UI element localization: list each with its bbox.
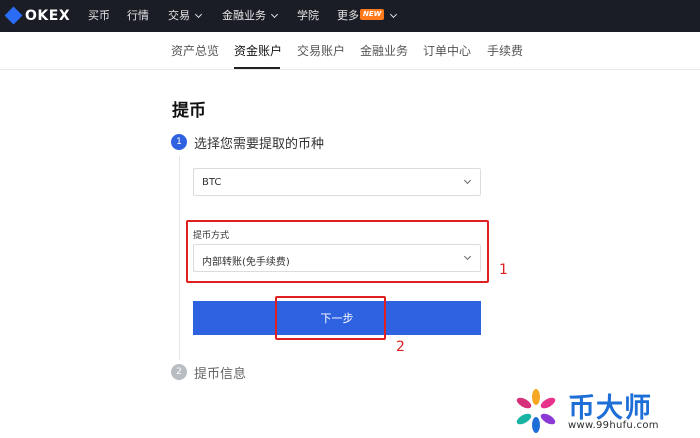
annotation-box-1 — [186, 220, 489, 283]
tab-fees[interactable]: 手续费 — [487, 42, 523, 59]
step-2-badge: 2 — [171, 364, 187, 380]
step-1-label: 选择您需要提取的币种 — [194, 137, 325, 152]
nav-trade-label: 交易 — [168, 9, 190, 22]
nav-finance[interactable]: 金融业务 — [222, 8, 279, 24]
tab-order-center[interactable]: 订单中心 — [423, 42, 471, 59]
tab-trading-account[interactable]: 交易账户 — [297, 42, 345, 59]
coin-select-value: BTC — [202, 177, 222, 188]
step-1-badge: 1 — [171, 134, 187, 150]
nav-trade[interactable]: 交易 — [168, 8, 203, 24]
chevron-down-icon — [270, 10, 279, 19]
nav-more-label: 更多 — [337, 9, 359, 22]
new-badge: NEW — [360, 9, 385, 20]
watermark: 币大师 www.99hufu.com — [510, 383, 700, 438]
tab-asset-overview[interactable]: 资产总览 — [171, 42, 219, 59]
step-2-label: 提币信息 — [194, 367, 247, 382]
chevron-down-icon — [194, 10, 203, 19]
tab-finance[interactable]: 金融业务 — [360, 42, 408, 59]
annotation-box-2 — [275, 296, 386, 340]
watermark-url: www.99hufu.com — [568, 420, 659, 431]
okex-logo-icon — [4, 6, 23, 25]
nav-market[interactable]: 行情 — [127, 8, 149, 24]
active-tab-indicator — [234, 67, 280, 69]
tab-funding-account[interactable]: 资金账户 — [234, 42, 282, 59]
top-navbar: OKEX 买币 行情 交易 金融业务 学院 更多 NEW — [0, 0, 700, 32]
coin-select[interactable]: BTC — [193, 168, 481, 196]
chevron-down-icon — [463, 176, 472, 185]
page-title: 提币 — [172, 101, 206, 121]
annotation-number-2: 2 — [396, 339, 405, 355]
brand-name: OKEX — [25, 8, 71, 24]
okex-logo[interactable]: OKEX — [4, 6, 71, 25]
annotation-number-1: 1 — [499, 262, 508, 278]
nav-finance-label: 金融业务 — [222, 9, 266, 22]
watermark-flower-icon — [516, 389, 556, 433]
nav-academy[interactable]: 学院 — [297, 8, 319, 24]
account-subnav: 资产总览 资金账户 交易账户 金融业务 订单中心 手续费 — [0, 32, 700, 70]
step-connector — [179, 156, 180, 360]
nav-buy-coin[interactable]: 买币 — [88, 8, 110, 24]
chevron-down-icon — [389, 10, 398, 19]
